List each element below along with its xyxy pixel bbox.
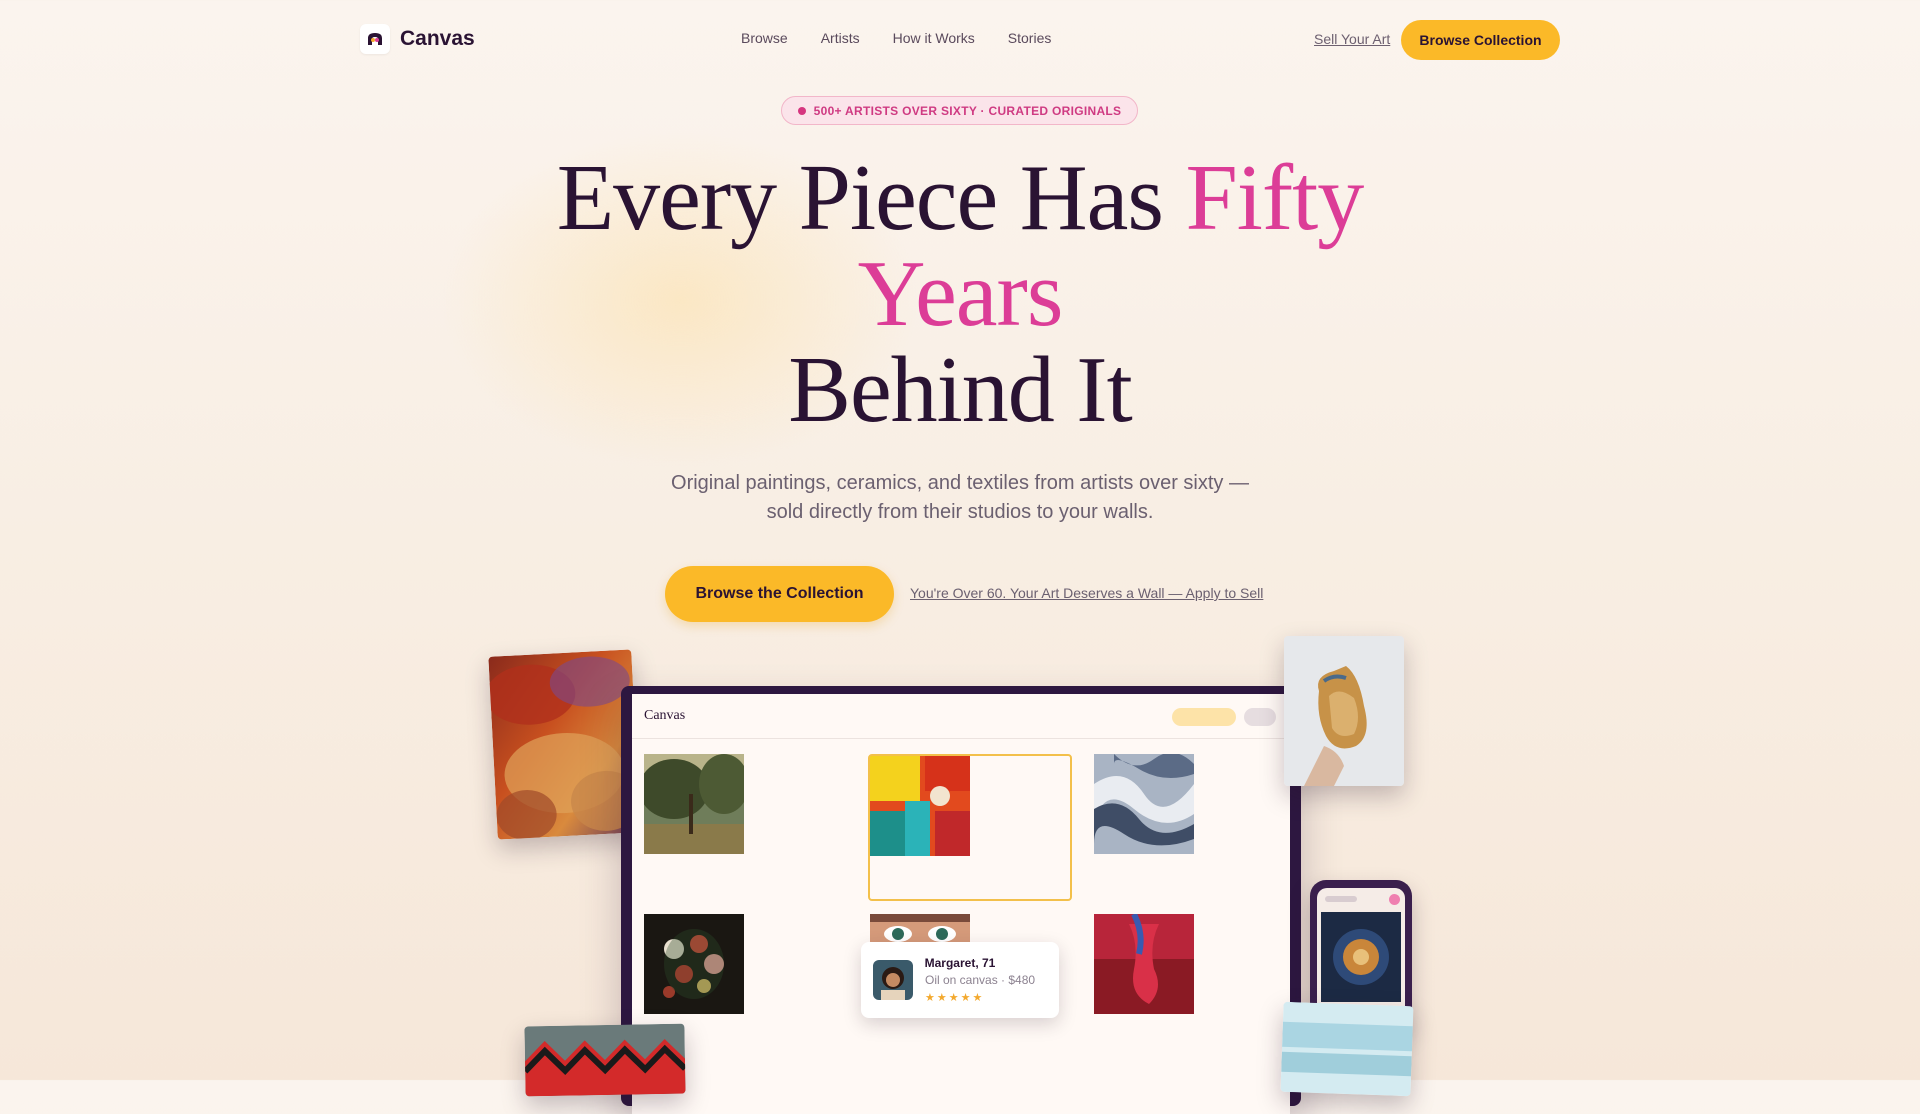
artwork-red-hand[interactable] bbox=[1094, 914, 1194, 1014]
artist-meta: Oil on canvas · $480 bbox=[925, 973, 1036, 987]
nav-link-how-it-works[interactable]: How it Works bbox=[893, 30, 975, 46]
nav-links: Browse Artists How it Works Stories bbox=[741, 30, 1051, 46]
selected-artwork-frame bbox=[868, 754, 1072, 901]
browse-the-collection-button[interactable]: Browse the Collection bbox=[665, 566, 894, 622]
nav-link-browse[interactable]: Browse bbox=[741, 30, 788, 46]
mockup-cta-pill bbox=[1172, 708, 1236, 726]
phone-artwork-image bbox=[1321, 912, 1401, 1002]
badge-text: 500+ ARTISTS OVER SIXTY · CURATED ORIGIN… bbox=[813, 103, 1122, 118]
logo-icon bbox=[360, 24, 390, 54]
mockup-title: Canvas bbox=[644, 708, 686, 723]
hero-subhead: Original paintings, ceramics, and textil… bbox=[671, 472, 1249, 523]
phone-notification-dot bbox=[1389, 894, 1400, 905]
artwork-landscape-painting[interactable] bbox=[644, 754, 744, 854]
artwork-floral-still-life[interactable] bbox=[644, 914, 744, 1014]
artist-name: Margaret, 71 bbox=[924, 956, 996, 970]
top-nav: Canvas Browse Artists How it Works Stori… bbox=[0, 0, 1920, 80]
floating-abstract-painting bbox=[488, 649, 641, 840]
artist-rating-stars: ★★★★★ bbox=[925, 992, 985, 1004]
artist-card[interactable]: Margaret, 71 Oil on canvas · $480 ★★★★★ bbox=[861, 942, 1059, 1018]
nav-link-artists[interactable]: Artists bbox=[821, 30, 860, 46]
nav-link-stories[interactable]: Stories bbox=[1008, 30, 1052, 46]
hero-headline: Every Piece Has Fifty Years Behind It bbox=[460, 150, 1460, 438]
brand-logo[interactable]: Canvas bbox=[360, 24, 475, 54]
floating-textile bbox=[524, 1023, 686, 1097]
phone-status-bar bbox=[1325, 896, 1357, 902]
sell-your-art-link[interactable]: Sell Your Art bbox=[1314, 31, 1390, 47]
floating-watercolor bbox=[1280, 1001, 1414, 1097]
floating-ceramic-vase bbox=[1284, 636, 1404, 786]
apply-to-sell-link[interactable]: You're Over 60. Your Art Deserves a Wall… bbox=[910, 585, 1263, 601]
mockup-secondary-pill bbox=[1244, 708, 1276, 726]
headline-part2: Behind It bbox=[788, 338, 1132, 442]
hero-badge: 500+ ARTISTS OVER SIXTY · CURATED ORIGIN… bbox=[781, 96, 1138, 125]
artwork-marble-swirl[interactable] bbox=[1094, 754, 1194, 854]
headline-part1: Every Piece Has bbox=[556, 146, 1186, 250]
mockup-header: Canvas bbox=[632, 694, 1290, 739]
mockup-screen: Canvas bbox=[632, 694, 1290, 1114]
badge-dot-icon bbox=[797, 106, 806, 115]
browse-collection-button[interactable]: Browse Collection bbox=[1401, 20, 1560, 60]
brand-name: Canvas bbox=[400, 27, 475, 50]
app-mockup: Canvas bbox=[621, 686, 1301, 1114]
